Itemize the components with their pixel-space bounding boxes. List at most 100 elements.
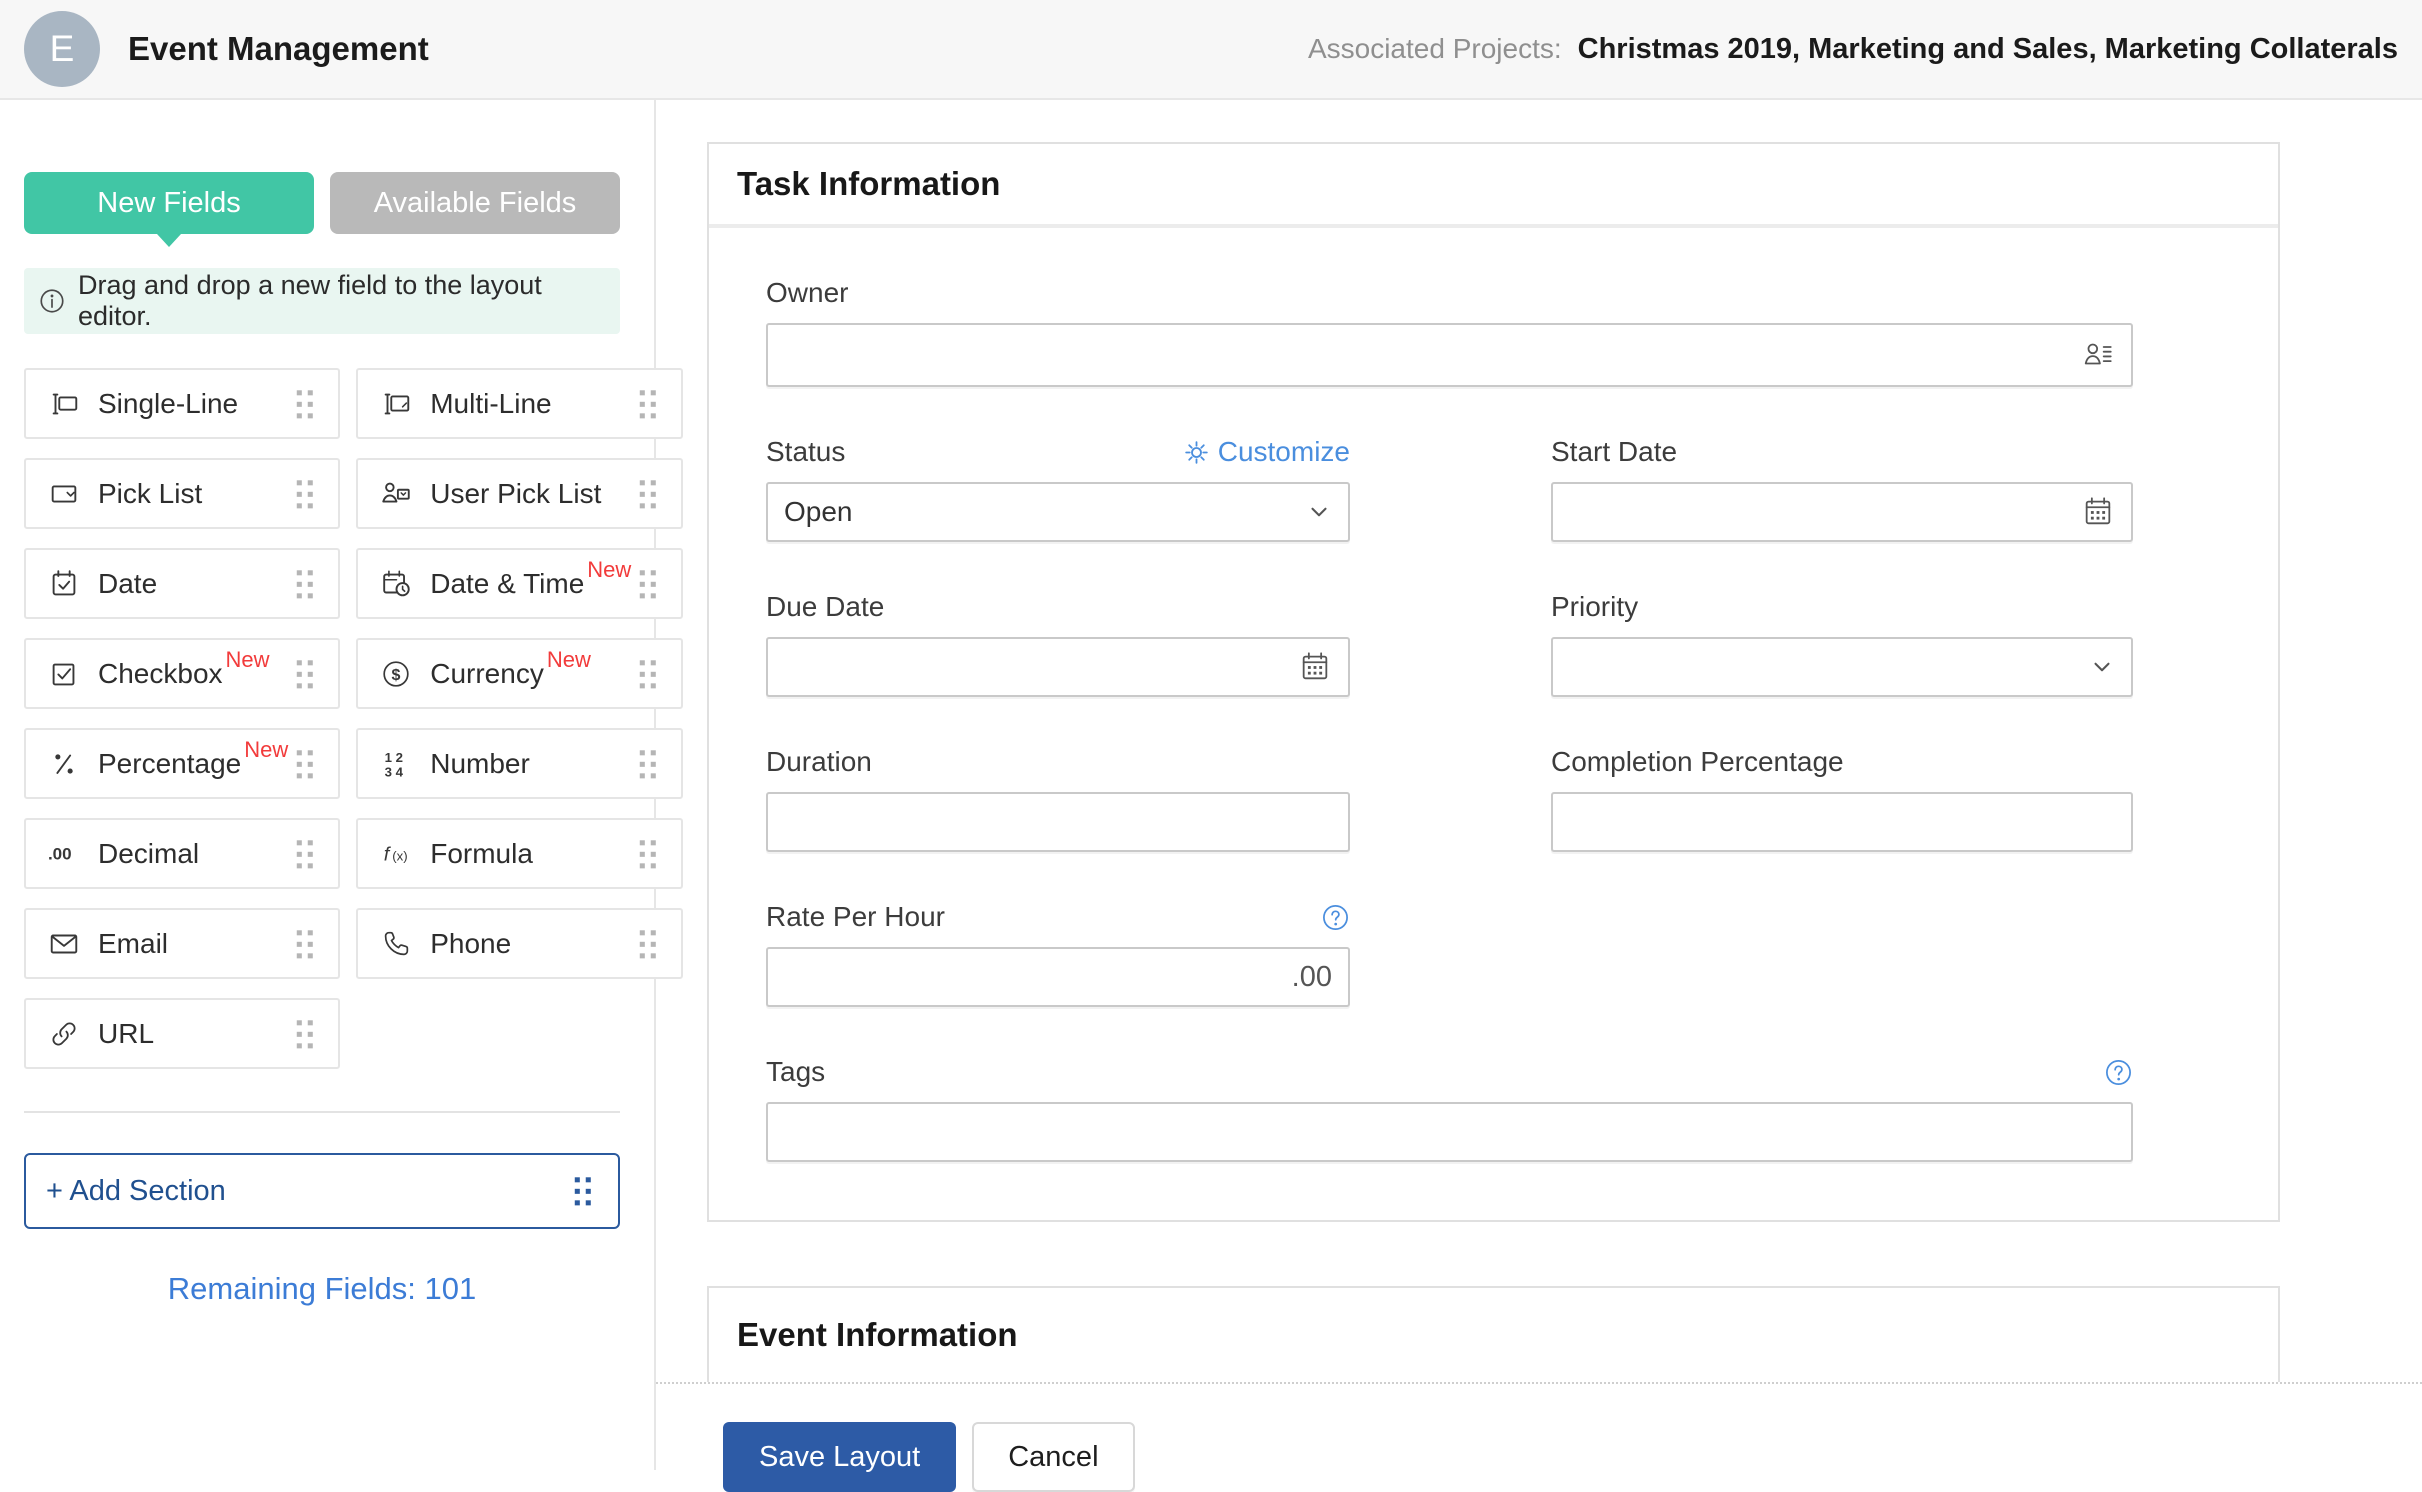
cancel-button[interactable]: Cancel [972,1422,1135,1492]
associated-projects-value: Christmas 2019, Marketing and Sales, Mar… [1577,32,2398,65]
pick-list-icon [46,476,82,512]
tags-label: Tags [766,1056,826,1087]
section-cut-divider [656,1382,2422,1384]
calendar-icon [1298,650,1332,684]
field-item-phone[interactable]: Phone [356,908,684,979]
due-date-field: Due Date [766,590,1350,697]
field-item-formula[interactable]: f (x) Formula [356,818,684,889]
sidebar-divider [24,1111,620,1113]
completion-percentage-input[interactable] [1551,792,2133,852]
drag-handle-icon[interactable] [288,477,322,511]
event-information-title: Event Information [737,1316,1018,1353]
priority-select[interactable] [1551,637,2133,697]
drag-handle-icon[interactable] [288,837,322,871]
drag-handle-icon[interactable] [288,747,322,781]
associated-projects: Associated Projects: Christmas 2019, Mar… [1308,33,2398,66]
tags-field: Tags [766,1055,2133,1162]
decimal-icon: .00 [46,836,82,872]
field-item-decimal[interactable]: .00 Decimal [24,818,341,889]
currency-icon: $ [378,656,414,692]
save-layout-button[interactable]: Save Layout [723,1422,957,1492]
phone-icon [378,926,414,962]
svg-text:f: f [384,843,392,865]
chevron-down-icon [1306,499,1332,525]
percentage-icon [46,746,82,782]
tags-input[interactable] [766,1102,2133,1162]
task-information-header: Task Information [709,144,2278,228]
field-item-pick-list[interactable]: Pick List [24,458,341,529]
completion-percentage-field: Completion Percentage [1551,745,2133,852]
field-item-number[interactable]: 1 23 4 Number [356,728,684,799]
drag-handle-icon[interactable] [288,567,322,601]
page-title: Event Management [128,30,429,67]
status-select[interactable]: Open [766,482,1350,542]
status-label: Status [766,436,846,467]
rate-per-hour-help-icon[interactable] [1321,903,1350,932]
field-item-date-time[interactable]: Date & Time New [356,548,684,619]
svg-text:(x): (x) [392,848,407,863]
drag-handle-icon[interactable] [288,387,322,421]
add-section-button[interactable]: + Add Section [24,1153,620,1229]
status-value: Open [784,496,853,527]
field-item-currency[interactable]: $ Currency New [356,638,684,709]
rate-per-hour-input[interactable]: .00 [766,947,1350,1007]
drag-drop-info: Drag and drop a new field to the layout … [24,268,620,334]
avatar: E [24,11,100,87]
field-item-user-pick-list[interactable]: User Pick List [356,458,684,529]
remaining-fields-counter: Remaining Fields: 101 [167,1271,477,1306]
single-line-icon [46,386,82,422]
date-icon [46,566,82,602]
user-pick-list-icon [378,476,414,512]
owner-field: Owner [766,276,2278,387]
task-information-section: Task Information Owner Status Customize … [707,142,2280,1222]
associated-projects-label: Associated Projects: [1307,32,1562,64]
svg-text:$: $ [392,666,401,684]
formula-icon: f (x) [378,836,414,872]
duration-input[interactable] [766,792,1350,852]
drag-handle-icon[interactable] [566,1174,600,1208]
tab-available-fields[interactable]: Available Fields [330,172,620,234]
start-date-label: Start Date [1551,436,1678,467]
tags-help-icon[interactable] [2104,1058,2133,1087]
drag-handle-icon[interactable] [288,1017,322,1051]
field-item-url[interactable]: URL [24,998,341,1069]
fields-tabs: New Fields Available Fields [24,172,620,234]
gear-icon [1183,439,1210,466]
priority-field: Priority [1551,590,2133,697]
rate-per-hour-field: Rate Per Hour .00 [766,900,1350,1007]
owner-input[interactable] [766,323,2133,387]
event-information-section: Event Information [707,1286,2280,1382]
due-date-label: Due Date [766,591,885,622]
task-information-title: Task Information [737,165,1001,202]
field-item-checkbox[interactable]: Checkbox New [24,638,341,709]
form-actions: Save Layout Cancel [723,1422,2422,1492]
multi-line-icon [378,386,414,422]
drag-handle-icon[interactable] [288,657,322,691]
priority-label: Priority [1551,591,1639,622]
field-item-email[interactable]: Email [24,908,341,979]
rate-per-hour-label: Rate Per Hour [766,901,945,932]
add-section-label: + Add Section [46,1174,226,1207]
rate-per-hour-value: .00 [1291,960,1332,993]
task-information-body: Owner Status Customize Open Start Date D… [709,228,2278,1220]
field-item-percentage[interactable]: Percentage New [24,728,341,799]
due-date-input[interactable] [766,637,1350,697]
completion-percentage-label: Completion Percentage [1551,746,1844,777]
layout-editor: Task Information Owner Status Customize … [656,100,2422,1492]
number-icon: 1 23 4 [378,746,414,782]
drag-handle-icon[interactable] [288,927,322,961]
customize-status-link[interactable]: Customize [1183,436,1350,468]
tab-new-fields[interactable]: New Fields [24,172,314,234]
svg-text:.00: .00 [48,844,72,863]
new-fields-list: Single-Line Multi-Line Pick List User Pi… [24,368,684,1069]
fields-sidebar: New Fields Available Fields Drag and dro… [0,100,684,1470]
drag-drop-info-text: Drag and drop a new field to the layout … [78,270,542,331]
email-icon [46,926,82,962]
svg-text:1 2: 1 2 [385,750,403,765]
field-item-multi-line[interactable]: Multi-Line [356,368,684,439]
start-date-input[interactable] [1551,482,2133,542]
date-time-icon [378,566,414,602]
field-item-date[interactable]: Date [24,548,341,619]
checkbox-icon [46,656,82,692]
field-item-single-line[interactable]: Single-Line [24,368,341,439]
